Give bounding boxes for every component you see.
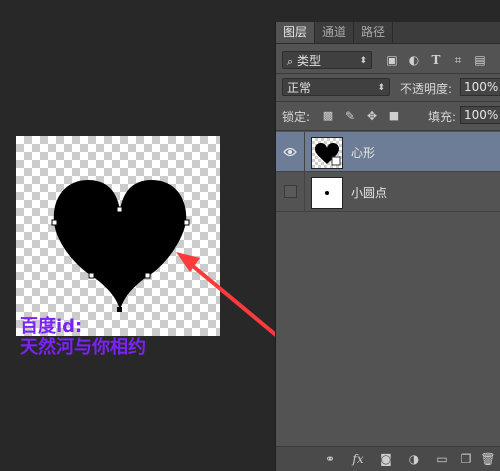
fill-label: 填充: [428,110,457,124]
search-icon: ⌕ [287,55,294,68]
chevron-down-icon: ⬍ [359,56,367,66]
filter-kind-select[interactable]: ⌕ 类型 ⬍ [282,51,372,69]
tab-paths[interactable]: 路径 [354,22,394,43]
adjustment-filter-icon[interactable]: ◐ [406,52,422,68]
anchor-point[interactable] [183,219,190,226]
type-filter-icon[interactable]: T [428,52,444,68]
mask-icon[interactable]: ◙ [378,451,394,467]
folder-icon[interactable]: ▭ [434,451,450,467]
tab-layers[interactable]: 图层 [276,22,316,43]
lock-label: 锁定: [282,110,311,124]
layer-thumbnail [311,137,343,169]
hidden-checkbox-icon [284,185,297,198]
watermark: 百度id: 天然河与你相约 [20,316,146,358]
filter-kind-label: 类型 [297,54,322,68]
lock-all-icon[interactable]: ■ [386,108,402,124]
anchor-point[interactable] [88,272,95,279]
heart-shape[interactable] [16,136,220,336]
opacity-label: 不透明度: [400,82,453,96]
visibility-toggle[interactable] [276,132,305,171]
lock-position-icon[interactable]: ✥ [364,108,380,124]
new-layer-icon[interactable]: ❐ [458,451,474,467]
layers-bottom-toolbar: ⚭ fx ◙ ◑ ▭ ❐ 🗑 [276,446,500,471]
eye-icon [283,147,297,157]
layer-name[interactable]: 心形 [351,144,375,161]
image-filter-icon[interactable]: ▣ [384,52,400,68]
blend-mode-value: 正常 [287,81,312,95]
dot-icon [325,191,329,195]
layer-row-dot[interactable]: 小圆点 [276,172,500,212]
fx-icon[interactable]: fx [350,451,366,467]
divider [276,130,500,131]
anchor-point[interactable] [51,219,58,226]
fill-input[interactable]: 100% [460,106,500,124]
visibility-toggle[interactable] [276,172,305,211]
layer-name[interactable]: 小圆点 [351,184,387,201]
tab-channels[interactable]: 通道 [315,22,355,43]
blend-mode-select[interactable]: 正常 ⬍ [282,78,390,96]
layer-row-heart[interactable]: 心形 [276,132,500,172]
divider [276,101,500,102]
panel-tab-bar: 图层 通道 路径 [276,22,500,44]
lock-transparency-icon[interactable]: ▩ [320,108,336,124]
link-icon[interactable]: ⚭ [322,451,338,467]
watermark-line-2: 天然河与你相约 [20,337,146,358]
trash-icon[interactable]: 🗑 [480,451,496,467]
chevron-down-icon: ⬍ [377,83,385,93]
layer-thumbnail [311,177,343,209]
shape-filter-icon[interactable]: ⌗ [450,52,466,68]
lock-brush-icon[interactable]: ✎ [342,108,358,124]
smart-object-filter-icon[interactable]: ▤ [472,52,488,68]
divider [276,73,500,74]
anchor-point[interactable] [144,272,151,279]
adjustment-icon[interactable]: ◑ [406,451,422,467]
document-canvas[interactable] [16,136,220,336]
anchor-point[interactable] [117,307,122,312]
anchor-point[interactable] [116,206,123,213]
heart-thumbnail-icon [315,143,341,166]
watermark-line-1: 百度id: [20,316,83,337]
opacity-input[interactable]: 100% [460,78,500,96]
layers-panel: 图层 通道 路径 ⌕ 类型 ⬍ ▣ ◐ T ⌗ ▤ 正常 ⬍ 不透明度: 100… [275,22,500,471]
